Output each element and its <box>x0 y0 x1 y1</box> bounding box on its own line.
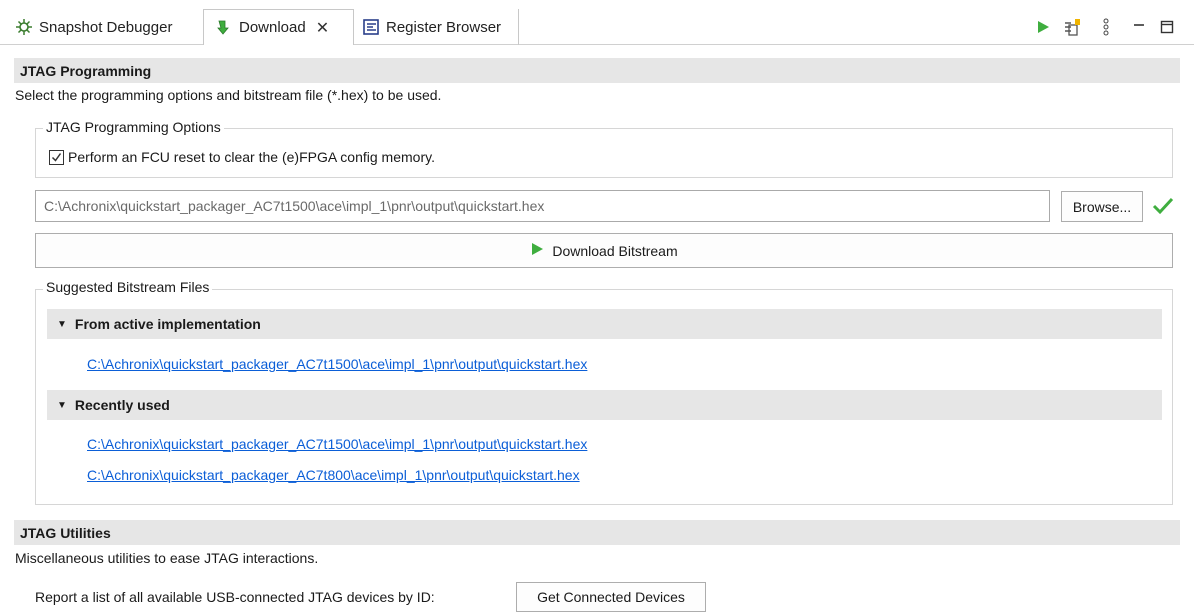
maximize-icon[interactable] <box>1157 16 1177 38</box>
fcu-reset-label[interactable]: Perform an FCU reset to clear the (e)FPG… <box>68 149 435 165</box>
minimize-icon[interactable] <box>1130 16 1148 38</box>
snapshot-debugger-icon <box>14 17 34 37</box>
jtag-utilities-description: Miscellaneous utilities to ease JTAG int… <box>15 550 319 566</box>
download-bitstream-label: Download Bitstream <box>552 242 678 259</box>
recently-used-header[interactable]: ▼ Recently used <box>47 390 1162 420</box>
download-icon <box>214 18 234 38</box>
report-devices-label: Report a list of all available USB-conne… <box>35 589 435 605</box>
recent-bitstream-link[interactable]: C:\Achronix\quickstart_packager_AC7t800\… <box>87 467 580 483</box>
tab-label: Register Browser <box>386 18 502 36</box>
tab-register-browser[interactable]: Register Browser <box>355 9 519 45</box>
expand-caret-icon: ▼ <box>57 318 67 330</box>
fcu-reset-checkbox[interactable] <box>49 150 64 165</box>
sub-header-label: Recently used <box>74 397 170 413</box>
tab-download[interactable]: Download ✕ <box>203 9 354 45</box>
checkmark-icon <box>1152 196 1174 216</box>
get-connected-devices-button[interactable]: Get Connected Devices <box>516 582 706 612</box>
jtag-programming-header: JTAG Programming <box>14 58 1180 83</box>
suggested-bitstream-files-legend: Suggested Bitstream Files <box>43 279 213 295</box>
download-bitstream-button[interactable]: Download Bitstream <box>35 233 1173 268</box>
from-active-implementation-header[interactable]: ▼ From active implementation <box>47 309 1162 339</box>
tab-label: Snapshot Debugger <box>39 18 173 36</box>
active-bitstream-link[interactable]: C:\Achronix\quickstart_packager_AC7t1500… <box>87 356 587 372</box>
expand-caret-icon: ▼ <box>57 399 67 411</box>
sub-header-label: From active implementation <box>74 316 261 332</box>
tab-snapshot-debugger[interactable]: Snapshot Debugger <box>6 9 202 45</box>
register-browser-icon <box>361 17 381 37</box>
export-icon[interactable] <box>1061 16 1085 38</box>
bitstream-path-input[interactable]: C:\Achronix\quickstart_packager_AC7t1500… <box>35 190 1050 222</box>
jtag-programming-options-legend: JTAG Programming Options <box>43 119 224 135</box>
jtag-utilities-header: JTAG Utilities <box>14 520 1180 545</box>
view-menu-icon[interactable] <box>1098 16 1114 38</box>
tab-label: Download <box>239 19 306 36</box>
jtag-programming-description: Select the programming options and bitst… <box>15 87 442 103</box>
view-tab-bar: Snapshot Debugger Download ✕ Register Br… <box>0 0 1194 45</box>
play-icon <box>530 242 544 259</box>
browse-button[interactable]: Browse... <box>1061 191 1143 222</box>
run-icon[interactable] <box>1032 16 1054 38</box>
recent-bitstream-link[interactable]: C:\Achronix\quickstart_packager_AC7t1500… <box>87 436 587 452</box>
close-icon[interactable]: ✕ <box>316 18 329 38</box>
